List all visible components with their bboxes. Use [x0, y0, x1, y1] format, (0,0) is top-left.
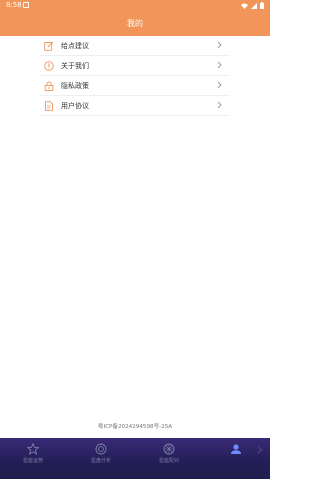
menu-label: 隐私政策	[61, 81, 89, 90]
menu-label: 用户协议	[61, 101, 89, 110]
notification-icon	[23, 2, 29, 8]
user-icon	[231, 444, 241, 454]
battery-icon	[260, 2, 264, 9]
menu-item-about[interactable]: 关于我们	[40, 56, 230, 76]
menu-item-user-agreement[interactable]: 用户协议	[40, 96, 230, 116]
status-bar: 8:58	[0, 0, 270, 12]
status-indicators	[241, 2, 264, 9]
document-icon	[45, 100, 53, 111]
info-icon	[44, 60, 54, 71]
settings-menu: 给点建议 关于我们 隐私政策 用户协议	[40, 36, 230, 116]
tab-profile[interactable]	[216, 443, 256, 473]
chevron-right-icon	[217, 81, 222, 89]
tab-horoscope[interactable]: 星座运势	[13, 443, 53, 473]
chevron-right-icon	[217, 101, 222, 109]
page-title: 我的	[127, 19, 143, 28]
star-icon	[27, 443, 39, 455]
menu-label: 关于我们	[61, 61, 89, 70]
wheel-icon	[163, 443, 175, 455]
signal-icon	[251, 2, 257, 9]
menu-label: 给点建议	[61, 41, 89, 50]
tab-matching[interactable]: 星座配对	[149, 443, 189, 473]
edit-icon	[44, 41, 54, 51]
circle-icon	[95, 443, 107, 455]
icp-license[interactable]: 粤ICP备2024294598号-25A	[0, 422, 270, 430]
tab-label: 星座配对	[158, 458, 179, 464]
tab-label: 星盘分析	[90, 458, 111, 464]
lock-icon	[44, 81, 54, 91]
chevron-right-icon	[217, 41, 222, 49]
menu-item-feedback[interactable]: 给点建议	[40, 36, 230, 56]
chevron-right-icon	[217, 61, 222, 69]
bottom-tab-bar: 星座运势 星盘分析 星座配对	[0, 438, 270, 479]
tab-chart-analysis[interactable]: 星盘分析	[81, 443, 121, 473]
tab-label: 星座运势	[22, 458, 43, 464]
app-bar: 我的	[0, 12, 270, 36]
menu-item-privacy[interactable]: 隐私政策	[40, 76, 230, 96]
wifi-icon	[241, 3, 248, 9]
arrow-right-icon	[257, 446, 263, 454]
status-time: 8:58	[6, 1, 22, 9]
